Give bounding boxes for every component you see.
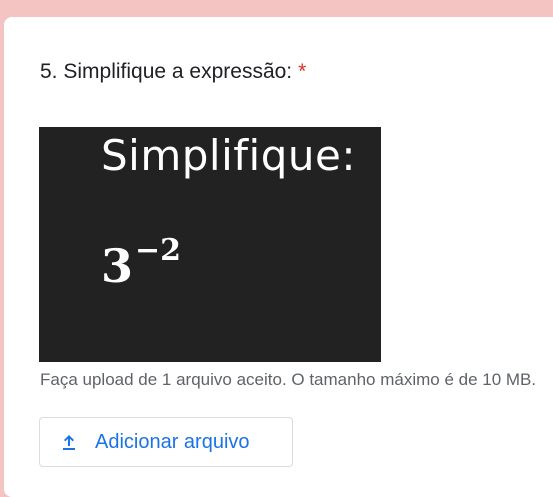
upload-icon (60, 433, 78, 451)
add-file-button[interactable]: Adicionar arquivo (39, 417, 293, 467)
expression-exponent: −2 (135, 233, 182, 268)
upload-note: Faça upload de 1 arquivo aceito. O taman… (40, 370, 537, 389)
image-heading: Simplifique: (101, 131, 356, 180)
question-title-text: 5. Simplifique a expressão: (40, 60, 293, 83)
expression-base: 3 (101, 239, 134, 293)
add-file-label: Adicionar arquivo (95, 430, 250, 453)
question-title: 5. Simplifique a expressão: * (40, 60, 306, 84)
required-asterisk: * (298, 60, 307, 83)
image-expression: 3−2 (101, 233, 181, 293)
question-image: Simplifique: 3−2 (39, 127, 381, 362)
question-card: 5. Simplifique a expressão: * Simplifique… (4, 17, 553, 497)
